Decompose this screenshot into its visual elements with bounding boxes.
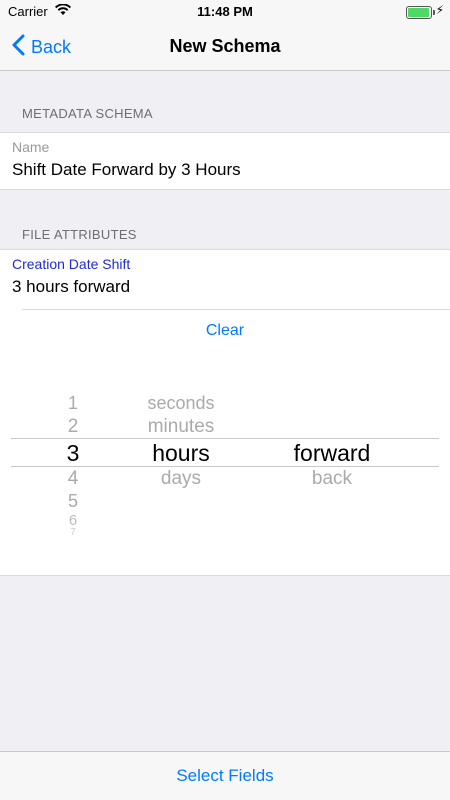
time-shift-picker[interactable]: 1 2 3 4 5 6 7 seconds minutes hours days… — [0, 360, 450, 575]
divider — [0, 189, 450, 190]
name-field-value[interactable]: Shift Date Forward by 3 Hours — [12, 160, 241, 180]
status-time: 11:48 PM — [197, 4, 253, 19]
picker-number-option[interactable]: 2 — [48, 416, 98, 438]
page-title: New Schema — [169, 36, 281, 56]
picker-unit-option[interactable]: days — [125, 468, 237, 490]
section-header-metadata: METADATA SCHEMA — [22, 106, 153, 121]
clear-button[interactable]: Clear — [0, 322, 450, 340]
charging-bolt-icon: ⚡︎ — [435, 3, 444, 17]
picker-number-column[interactable]: 1 2 3 4 5 6 7 — [48, 360, 98, 575]
bottom-toolbar: Select Fields — [0, 751, 450, 800]
battery-icon — [406, 6, 435, 19]
name-field-cell[interactable]: Name Shift Date Forward by 3 Hours — [0, 133, 450, 189]
picker-number-option[interactable]: 7 — [48, 527, 98, 538]
picker-unit-selected[interactable]: hours — [125, 440, 237, 467]
creation-date-shift-label: Creation Date Shift — [12, 256, 131, 272]
name-field-label: Name — [12, 139, 50, 155]
picker-unit-option[interactable]: seconds — [125, 393, 237, 414]
creation-date-shift-value[interactable]: 3 hours forward — [12, 277, 130, 297]
navigation-bar: Back New Schema — [0, 22, 450, 71]
picker-unit-column[interactable]: seconds minutes hours days — [125, 360, 237, 575]
picker-number-option[interactable]: 5 — [48, 491, 98, 512]
picker-number-selected[interactable]: 3 — [48, 440, 98, 467]
picker-direction-option[interactable]: back — [272, 468, 392, 490]
picker-unit-option[interactable]: minutes — [125, 416, 237, 438]
picker-direction-selected[interactable]: forward — [272, 440, 392, 467]
picker-direction-column[interactable]: forward back — [272, 360, 392, 575]
picker-number-option[interactable]: 1 — [48, 393, 98, 414]
divider — [0, 575, 450, 576]
section-header-file-attributes: FILE ATTRIBUTES — [22, 227, 137, 242]
select-fields-button[interactable]: Select Fields — [0, 766, 450, 786]
status-bar: Carrier 11:48 PM ⚡︎ — [0, 0, 450, 22]
divider — [22, 309, 450, 310]
picker-number-option[interactable]: 4 — [48, 468, 98, 490]
